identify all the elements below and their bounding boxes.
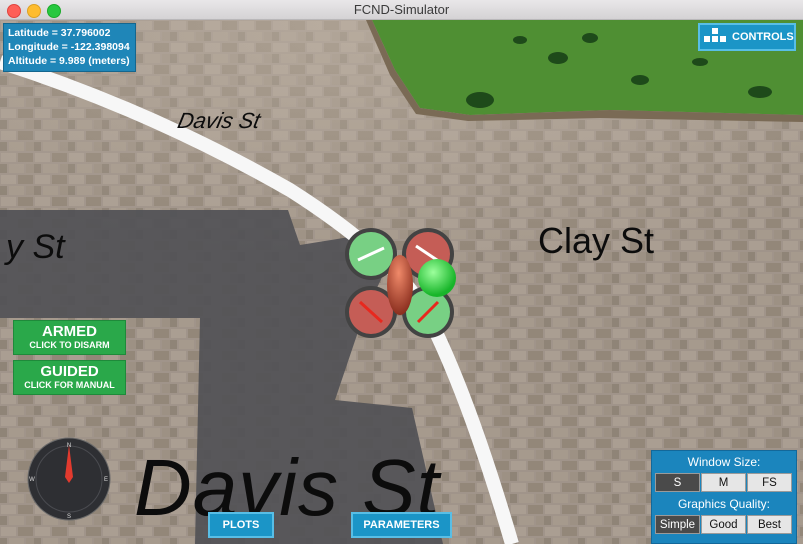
graphics-simple-button[interactable]: Simple: [655, 515, 700, 534]
parameters-button[interactable]: PARAMETERS: [351, 512, 452, 538]
window-titlebar: FCND-Simulator: [0, 0, 803, 20]
parameters-button-label: PARAMETERS: [363, 519, 440, 531]
plots-button-label: PLOTS: [222, 519, 260, 531]
graphics-quality-options: Simple Good Best: [655, 515, 793, 534]
controls-blocks-icon: [704, 28, 726, 46]
telemetry-readout: Latitude = 37.796002 Longitude = -122.39…: [3, 23, 136, 72]
compass-e: E: [104, 477, 108, 483]
settings-panel: Window Size: S M FS Graphics Quality: Si…: [651, 450, 797, 544]
compass: N E S W: [27, 437, 111, 521]
guided-sublabel: CLICK FOR MANUAL: [24, 380, 115, 390]
graphics-quality-label: Graphics Quality:: [677, 497, 771, 511]
graphics-good-button[interactable]: Good: [701, 515, 746, 534]
window-size-options: S M FS: [655, 473, 793, 492]
street-label-davis-top: Davis St: [175, 108, 263, 133]
armed-label: ARMED: [42, 323, 97, 340]
street-label-partial: y St: [6, 228, 65, 266]
armed-toggle-button[interactable]: ARMED CLICK TO DISARM: [13, 320, 126, 355]
graphics-best-button[interactable]: Best: [747, 515, 792, 534]
window-size-fs-button[interactable]: FS: [747, 473, 792, 492]
guided-toggle-button[interactable]: GUIDED CLICK FOR MANUAL: [13, 360, 126, 395]
altitude-readout: Altitude = 9.989 (meters): [8, 55, 130, 67]
longitude-readout: Longitude = -122.398094: [8, 41, 130, 53]
window-size-s-button[interactable]: S: [655, 473, 700, 492]
guided-label: GUIDED: [40, 363, 99, 380]
armed-sublabel: CLICK TO DISARM: [29, 340, 110, 350]
simulator-viewport[interactable]: Davis St Clay St y St Davis St Latitude …: [0, 20, 803, 544]
compass-n: N: [67, 443, 71, 449]
window-size-m-button[interactable]: M: [701, 473, 746, 492]
compass-w: W: [29, 477, 35, 483]
street-label-clay: Clay St: [538, 220, 655, 261]
window-size-label: Window Size:: [687, 455, 761, 469]
controls-button[interactable]: CONTROLS: [698, 23, 796, 51]
controls-button-label: CONTROLS: [732, 31, 794, 43]
latitude-readout: Latitude = 37.796002: [8, 27, 111, 39]
plots-button[interactable]: PLOTS: [208, 512, 274, 538]
window-title: FCND-Simulator: [353, 2, 450, 17]
compass-s: S: [67, 514, 71, 520]
